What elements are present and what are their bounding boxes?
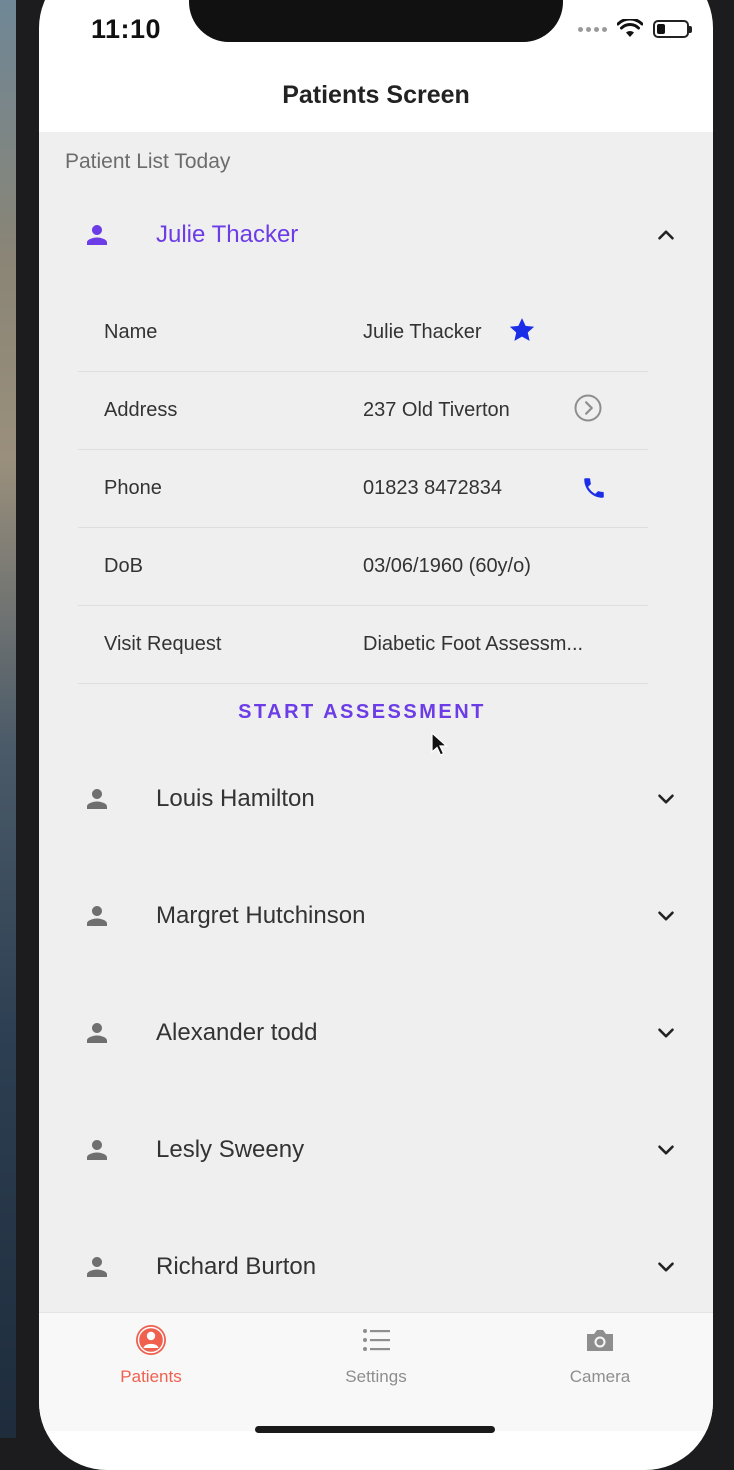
detail-value: 03/06/1960 (60y/o)	[363, 554, 531, 577]
cellular-signal-icon	[578, 26, 607, 32]
patient-name: Lesly Sweeny	[156, 1136, 305, 1163]
desktop-background	[0, 0, 16, 1438]
person-icon	[87, 1023, 107, 1043]
detail-value: 237 Old Tiverton	[363, 398, 510, 421]
patient-name: Louis Hamilton	[156, 785, 315, 812]
camera-icon	[587, 1330, 613, 1351]
patient-name: Alexander todd	[156, 1019, 318, 1046]
detail-row-address: Address 237 Old Tiverton	[78, 371, 648, 450]
detail-value: Diabetic Foot Assessm...	[363, 632, 584, 655]
patients-icon	[136, 1325, 166, 1355]
patient-name: Margret Hutchinson	[156, 902, 366, 929]
person-icon	[87, 1140, 107, 1160]
chevron-down-icon[interactable]	[653, 1020, 679, 1046]
tab-settings[interactable]: Settings	[306, 1313, 446, 1403]
detail-row-visit-request: Visit Request Diabetic Foot Assessm...	[78, 605, 648, 684]
patient-name: Richard Burton	[156, 1253, 317, 1280]
mouse-cursor-icon	[431, 732, 449, 756]
chevron-down-icon[interactable]	[653, 903, 679, 929]
patient-row[interactable]: Lesly Sweeny	[39, 1110, 713, 1190]
detail-row-dob: DoB 03/06/1960 (60y/o)	[78, 527, 648, 606]
detail-row-phone: Phone 01823 8472834	[78, 449, 648, 528]
detail-label: Name	[104, 320, 158, 343]
tab-patients[interactable]: Patients	[81, 1313, 221, 1403]
person-icon	[87, 789, 107, 809]
detail-row-name: Name Julie Thacker	[78, 293, 648, 372]
tab-label: Patients	[120, 1367, 182, 1386]
patient-row[interactable]: Margret Hutchinson	[39, 876, 713, 956]
detail-value: Julie Thacker	[363, 320, 482, 343]
patient-row-expanded[interactable]: Julie Thacker	[39, 195, 713, 275]
tab-camera[interactable]: Camera	[530, 1313, 670, 1403]
phone-screen: 11:10 Patients Screen Patient List Today…	[39, 0, 713, 1470]
patient-row[interactable]: Louis Hamilton	[39, 759, 713, 839]
phone-icon[interactable]	[581, 475, 607, 501]
chevron-up-icon[interactable]	[653, 222, 679, 248]
list-icon	[363, 1329, 390, 1351]
person-icon	[87, 225, 107, 245]
start-assessment-button[interactable]: START ASSESSMENT	[39, 692, 685, 732]
patient-row[interactable]: Richard Burton	[39, 1227, 713, 1307]
chevron-down-icon[interactable]	[653, 1137, 679, 1163]
tab-label: Camera	[569, 1367, 631, 1386]
device-notch	[189, 0, 563, 42]
chevron-right-circle-icon[interactable]	[573, 393, 603, 423]
home-indicator	[255, 1426, 495, 1433]
patient-row[interactable]: Alexander todd	[39, 993, 713, 1073]
detail-label: DoB	[104, 554, 143, 577]
status-icons	[578, 14, 692, 44]
detail-label: Address	[104, 398, 178, 421]
tab-label: Settings	[345, 1367, 407, 1386]
tab-bar: Patients Settings Camera	[39, 1312, 713, 1431]
status-time: 11:10	[91, 14, 162, 44]
page-title: Patients Screen	[39, 58, 713, 133]
chevron-down-icon[interactable]	[653, 1254, 679, 1280]
detail-value: 01823 8472834	[363, 476, 503, 499]
wifi-icon	[617, 19, 643, 37]
detail-label: Visit Request	[104, 632, 222, 655]
battery-icon	[653, 20, 692, 38]
section-label: Patient List Today	[65, 150, 231, 173]
detail-label: Phone	[104, 476, 162, 499]
star-icon[interactable]	[507, 315, 537, 345]
person-icon	[87, 1257, 107, 1277]
patient-name: Julie Thacker	[156, 221, 299, 248]
person-icon	[87, 906, 107, 926]
chevron-down-icon[interactable]	[653, 786, 679, 812]
patient-list[interactable]: Patient List Today Julie Thacker Name Ju…	[39, 132, 713, 1312]
